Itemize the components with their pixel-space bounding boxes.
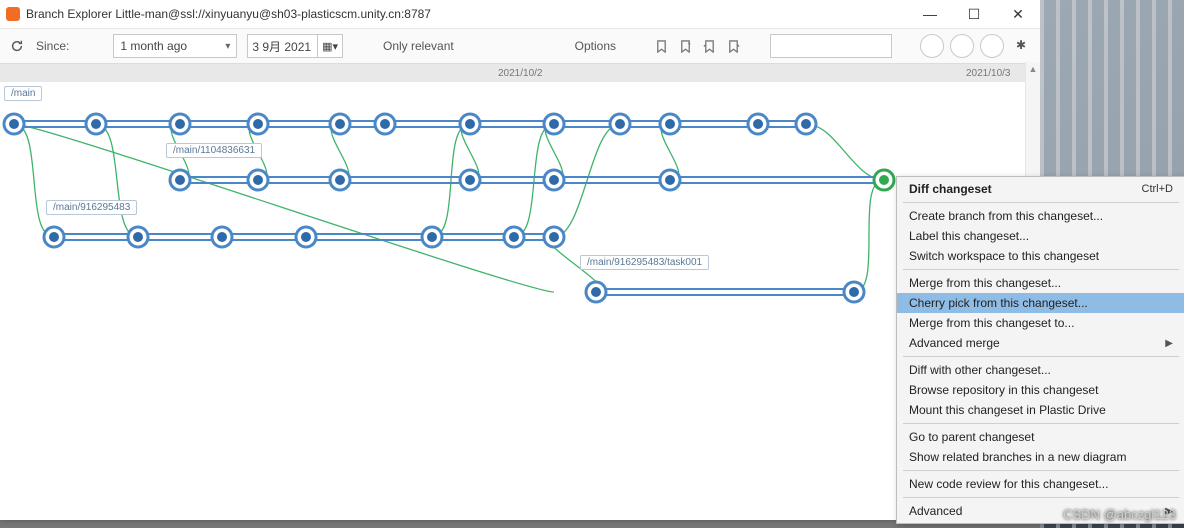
minimize-button[interactable]: ― [908, 0, 952, 28]
date-value: 3 9月 2021 [252, 38, 311, 55]
chevron-down-icon: ▾ [225, 41, 230, 52]
menu-item[interactable]: Diff changesetCtrl+D [897, 179, 1184, 199]
bookmark-add-icon[interactable] [676, 37, 694, 55]
user-filter-icon[interactable] [950, 34, 974, 58]
refresh-icon[interactable] [8, 37, 26, 55]
branch-label[interactable]: /main/916295483 [46, 200, 137, 215]
bookmark-group [652, 37, 742, 55]
submenu-arrow-icon: ▶ [1165, 338, 1173, 349]
menu-item[interactable]: Switch workspace to this changeset [897, 246, 1184, 266]
menu-item[interactable]: Label this changeset... [897, 226, 1184, 246]
app-window: Branch Explorer Little-man@ssl://xinyuan… [0, 0, 1040, 520]
menu-item[interactable]: Browse repository in this changeset [897, 380, 1184, 400]
maximize-button[interactable]: ☐ [952, 0, 996, 28]
user-filter-icon[interactable] [980, 34, 1004, 58]
branch-label[interactable]: /main [4, 86, 42, 101]
menu-item[interactable]: Create branch from this changeset... [897, 206, 1184, 226]
scroll-up-icon[interactable]: ▲ [1026, 62, 1040, 76]
toolbar: Since: 1 month ago ▾ 3 9月 2021 ▦▾ Only r… [0, 29, 1040, 64]
bookmark-prev-icon[interactable] [700, 37, 718, 55]
user-filter-group: ✱ [920, 34, 1032, 58]
menu-item[interactable]: Mount this changeset in Plastic Drive [897, 400, 1184, 420]
menu-item[interactable]: Show related branches in a new diagram [897, 447, 1184, 467]
date-picker[interactable]: 3 9月 2021 ▦▾ [247, 34, 343, 58]
context-menu: Diff changesetCtrl+D Create branch from t… [896, 176, 1184, 524]
bookmark-icon[interactable] [652, 37, 670, 55]
close-button[interactable]: ✕ [996, 0, 1040, 28]
menu-item[interactable]: Merge from this changeset... [897, 273, 1184, 293]
menu-item[interactable]: Cherry pick from this changeset... [897, 293, 1184, 313]
options-button[interactable]: Options [575, 39, 616, 53]
window-title: Branch Explorer Little-man@ssl://xinyuan… [26, 7, 431, 21]
menu-item[interactable]: New code review for this changeset... [897, 474, 1184, 494]
calendar-icon: ▦▾ [322, 40, 338, 53]
branch-label[interactable]: /main/1104836631 [166, 143, 262, 158]
watermark: CSDN @abczgl123 [1063, 507, 1176, 522]
menu-item[interactable]: Merge from this changeset to... [897, 313, 1184, 333]
date-strip: 2021/10/2 2021/10/3 [0, 64, 1040, 82]
search-input[interactable] [770, 34, 892, 58]
title-bar: Branch Explorer Little-man@ssl://xinyuan… [0, 0, 1040, 29]
branch-canvas[interactable]: /main/main/1104836631/main/916295483/mai… [0, 82, 1040, 512]
app-icon [6, 7, 20, 21]
date-marker: 2021/10/3 [966, 68, 1011, 79]
user-filter-icon[interactable] [920, 34, 944, 58]
bookmark-next-icon[interactable] [724, 37, 742, 55]
date-marker: 2021/10/2 [498, 68, 543, 79]
since-label: Since: [36, 39, 69, 53]
settings-icon[interactable]: ✱ [1010, 34, 1032, 56]
menu-item[interactable]: Advanced merge▶ [897, 333, 1184, 353]
menu-item[interactable]: Diff with other changeset... [897, 360, 1184, 380]
branch-label[interactable]: /main/916295483/task001 [580, 255, 709, 270]
range-combo-value: 1 month ago [120, 39, 187, 53]
range-combo[interactable]: 1 month ago ▾ [113, 34, 237, 58]
menu-item[interactable]: Go to parent changeset [897, 427, 1184, 447]
only-relevant-toggle[interactable]: Only relevant [383, 39, 454, 53]
